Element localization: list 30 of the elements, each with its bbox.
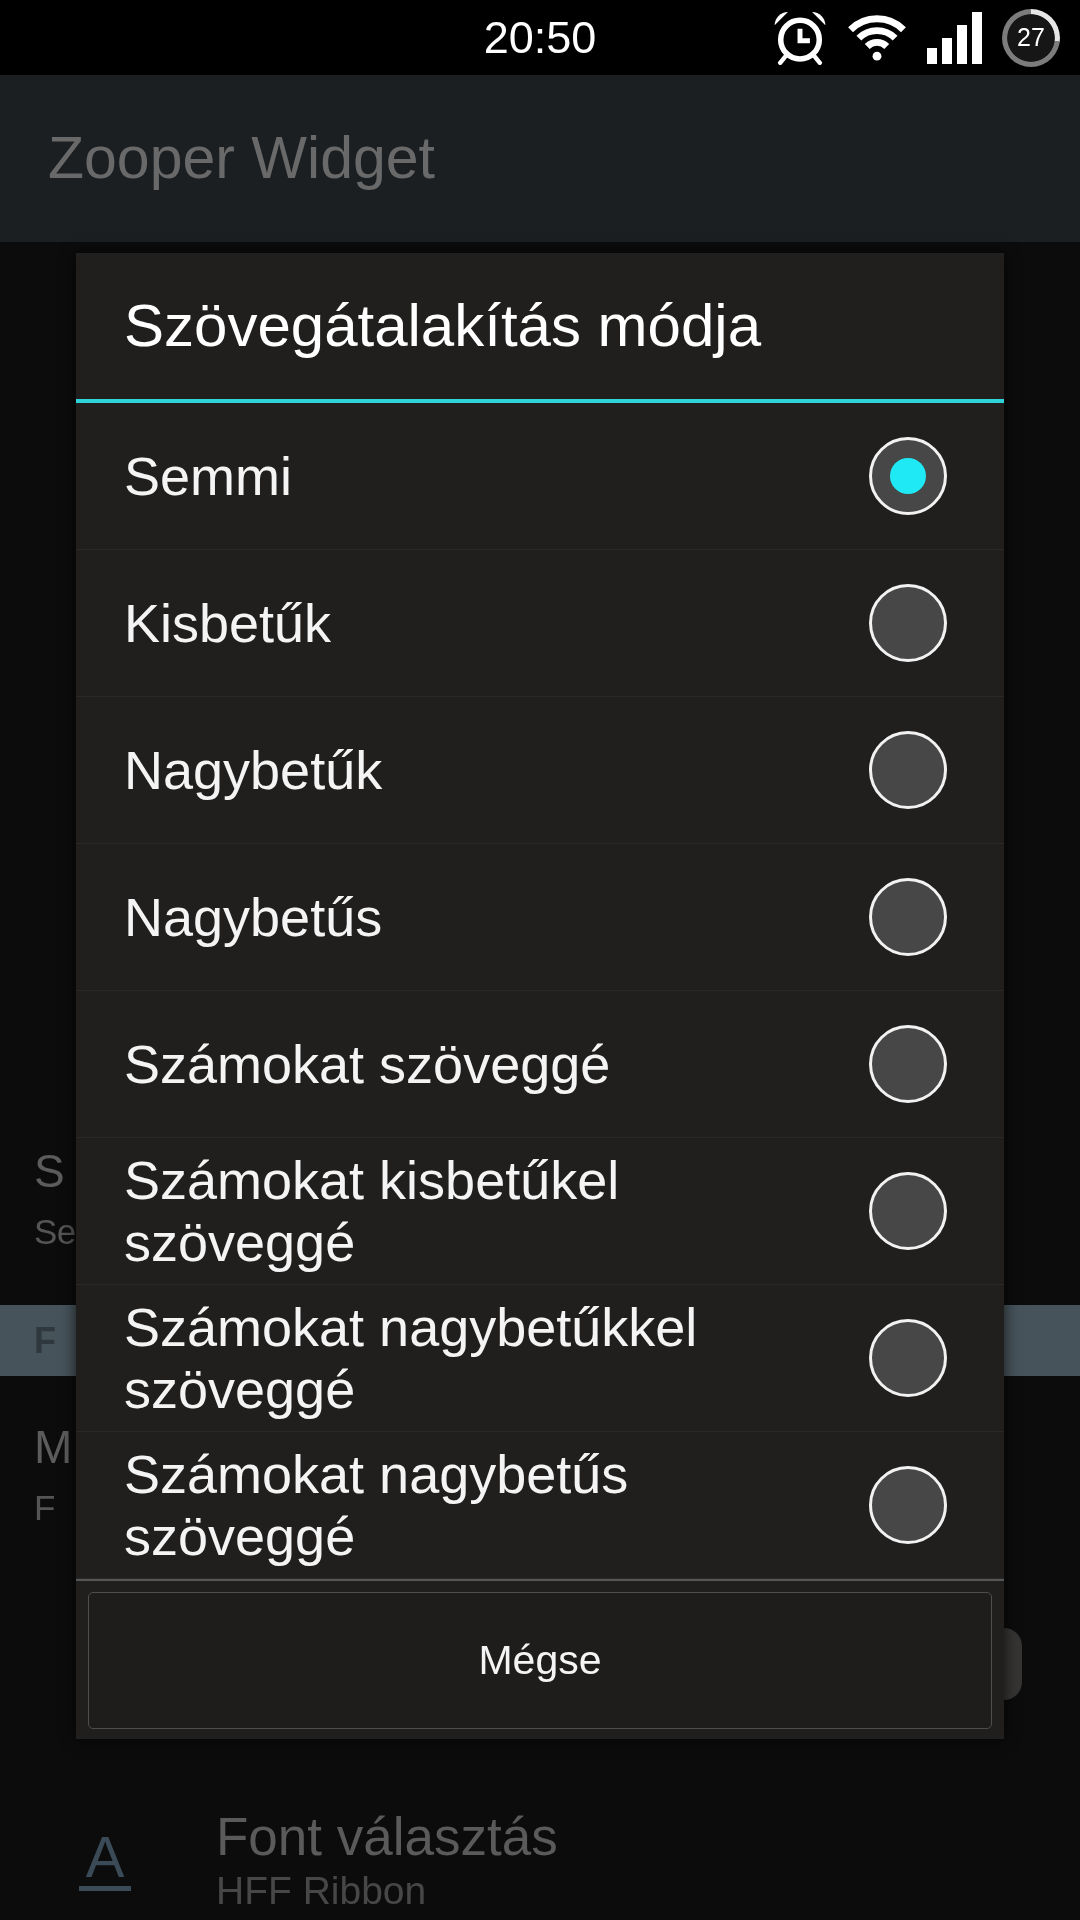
option-label[interactable]: Nagybetűk (124, 739, 383, 801)
option-label[interactable]: Számokat kisbetűkel szöveggé (124, 1149, 774, 1273)
radio-button[interactable] (868, 436, 948, 516)
dialog-title: Szövegátalakítás módja (123, 291, 763, 361)
radio-button[interactable] (868, 1465, 948, 1545)
option-label[interactable]: Számokat nagybetűs szöveggé (124, 1443, 774, 1567)
radio-button[interactable] (868, 1318, 948, 1398)
setting-title: Font választás (216, 1806, 558, 1868)
option-label[interactable]: Semmi (124, 445, 292, 507)
option-label[interactable]: Kisbetűk (124, 592, 332, 654)
circle-edge-icon (1004, 1627, 1022, 1700)
cancel-button[interactable]: Mégse (88, 1592, 992, 1729)
setting-summary: Se (34, 1210, 76, 1253)
radio-button[interactable] (868, 730, 948, 810)
radio-button[interactable] (868, 1171, 948, 1251)
battery-level-indicator: 27 (1002, 8, 1060, 67)
setting-title: S (34, 1143, 65, 1199)
setting-title: M (34, 1419, 73, 1475)
setting-summary: HFF Ribbon (216, 1868, 428, 1914)
radio-button[interactable] (868, 1024, 948, 1104)
option-label[interactable]: Számokat szöveggé (124, 1033, 611, 1095)
option-label[interactable]: Nagybetűs (124, 886, 383, 948)
alarm-clock-icon (773, 10, 827, 65)
app-title: Zooper Widget (48, 124, 435, 194)
clock-time: 20:50 (483, 15, 597, 60)
radio-button[interactable] (868, 583, 948, 663)
signal-bars-icon (927, 11, 982, 64)
radio-button[interactable] (868, 877, 948, 957)
wifi-icon (847, 14, 907, 61)
setting-summary: F (34, 1486, 55, 1529)
